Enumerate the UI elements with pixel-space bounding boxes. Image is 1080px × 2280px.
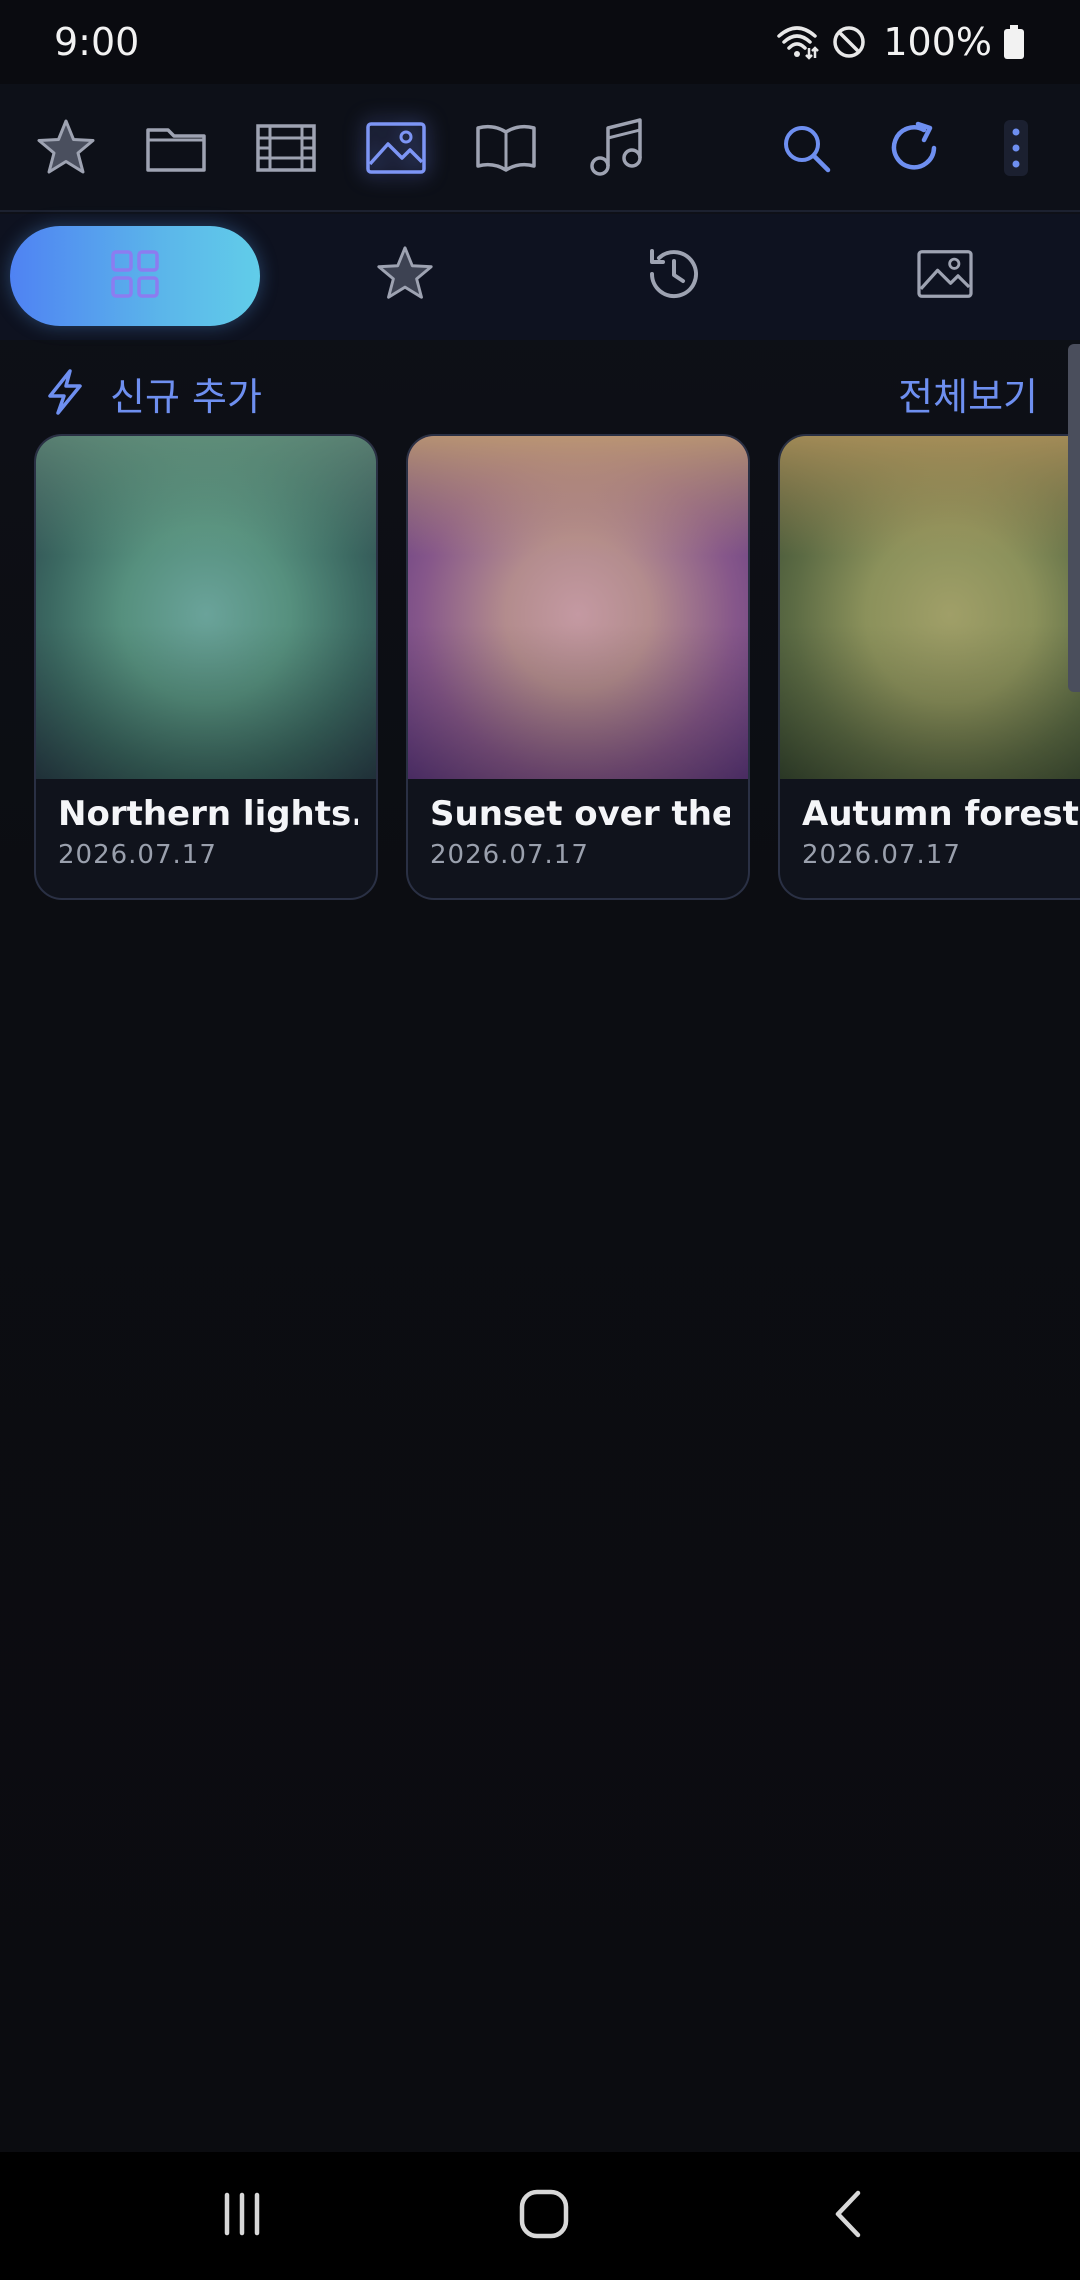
home-button[interactable] [484,2172,604,2260]
video-button[interactable] [244,106,328,190]
back-button[interactable] [788,2172,908,2260]
refresh-button[interactable] [872,106,956,190]
tab-all[interactable] [10,226,260,326]
file-date: 2026.07.17 [430,840,589,870]
search-button[interactable] [764,106,848,190]
folder-icon [144,120,208,176]
status-bar: 9:00 100% [0,0,1080,84]
screen: 9:00 100% 신규 추가 전체보기 Northern lights 202… [0,0,1080,2280]
file-card[interactable]: Autumn forest tr⋯ 2026.07.17 [778,434,1080,900]
recents-button[interactable] [182,2172,302,2260]
section-title: 신규 추가 [110,375,262,419]
category-tabs [0,214,1080,340]
status-time: 9:00 [54,20,140,64]
new-additions-header: 신규 추가 전체보기 [0,350,1080,430]
image-icon [915,248,975,304]
history-icon [642,243,704,309]
file-card[interactable]: Sunset over the b⋯ 2026.07.17 [406,434,750,900]
thumbnail [780,436,1080,779]
recents-icon [217,2189,267,2243]
image-icon [364,120,428,176]
favorites-button[interactable] [24,106,108,190]
file-name: Northern lights.jpg [58,794,358,834]
folder-button[interactable] [134,106,218,190]
battery-percent: 100% [883,20,992,64]
tab-favorites[interactable] [280,226,530,326]
lightning-icon [44,368,86,420]
system-navigation-bar [0,2152,1080,2280]
battery-icon [1002,22,1026,62]
refresh-icon [884,118,944,178]
file-date: 2026.07.17 [58,840,217,870]
file-date: 2026.07.17 [802,840,961,870]
more-vertical-icon [1000,118,1032,178]
music-button[interactable] [574,106,658,190]
tab-images[interactable] [820,226,1070,326]
book-button[interactable] [464,106,548,190]
top-toolbar [0,84,1080,212]
thumbnail [408,436,748,779]
star-icon [373,242,437,310]
more-options-button[interactable] [974,106,1058,190]
recent-files-carousel: Northern lights.jpg 2026.07.17 Sunset ov… [0,434,1080,904]
search-icon [778,120,834,176]
view-all-link[interactable]: 전체보기 [898,366,1038,421]
wifi-icon [775,22,820,62]
tab-history[interactable] [548,226,798,326]
file-name: Sunset over the b⋯ [430,794,730,834]
grid-icon [109,248,161,304]
home-icon [517,2187,571,2245]
file-name: Autumn forest tr⋯ [802,794,1080,834]
scroll-handle[interactable] [1068,344,1080,692]
do-not-disturb-icon [829,22,869,62]
status-icons: 100% [775,20,1026,64]
back-icon [826,2187,870,2245]
film-icon [254,120,318,176]
music-icon [586,116,646,180]
book-icon [473,120,539,176]
thumbnail [36,436,376,779]
star-icon [33,115,99,181]
image-button[interactable] [354,106,438,190]
file-card[interactable]: Northern lights.jpg 2026.07.17 [34,434,378,900]
